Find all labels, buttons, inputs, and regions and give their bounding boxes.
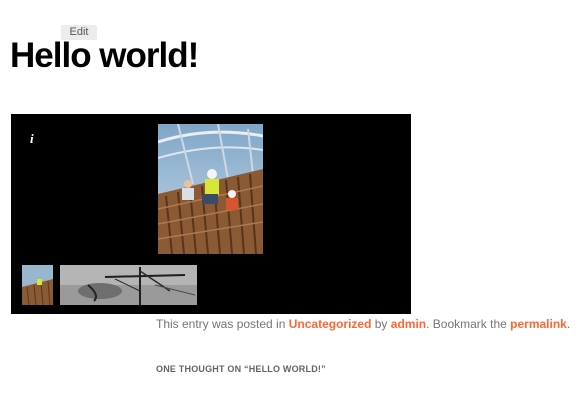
gallery-main-image[interactable] [158, 124, 263, 254]
category-link[interactable]: Uncategorized [289, 317, 372, 331]
gallery-thumbnail-1[interactable] [22, 265, 53, 305]
crane-thumbnail [60, 265, 197, 305]
comments-title: ONE THOUGHT ON “HELLO WORLD!” [156, 364, 326, 374]
meta-bookmark: . Bookmark the [426, 317, 511, 331]
construction-photo [158, 124, 263, 254]
construction-thumbnail [22, 265, 53, 305]
info-icon[interactable]: i [30, 131, 34, 147]
permalink-link[interactable]: permalink [510, 317, 567, 331]
author-link[interactable]: admin [391, 317, 426, 331]
gallery-thumbnail-2[interactable] [60, 265, 197, 305]
meta-prefix: This entry was posted in [156, 317, 289, 331]
meta-end: . [566, 317, 571, 331]
meta-by: by [371, 317, 391, 331]
page-title: Hello world! [10, 36, 199, 75]
image-gallery: i [11, 114, 411, 314]
entry-meta: This entry was posted in Uncategorized b… [156, 316, 570, 332]
